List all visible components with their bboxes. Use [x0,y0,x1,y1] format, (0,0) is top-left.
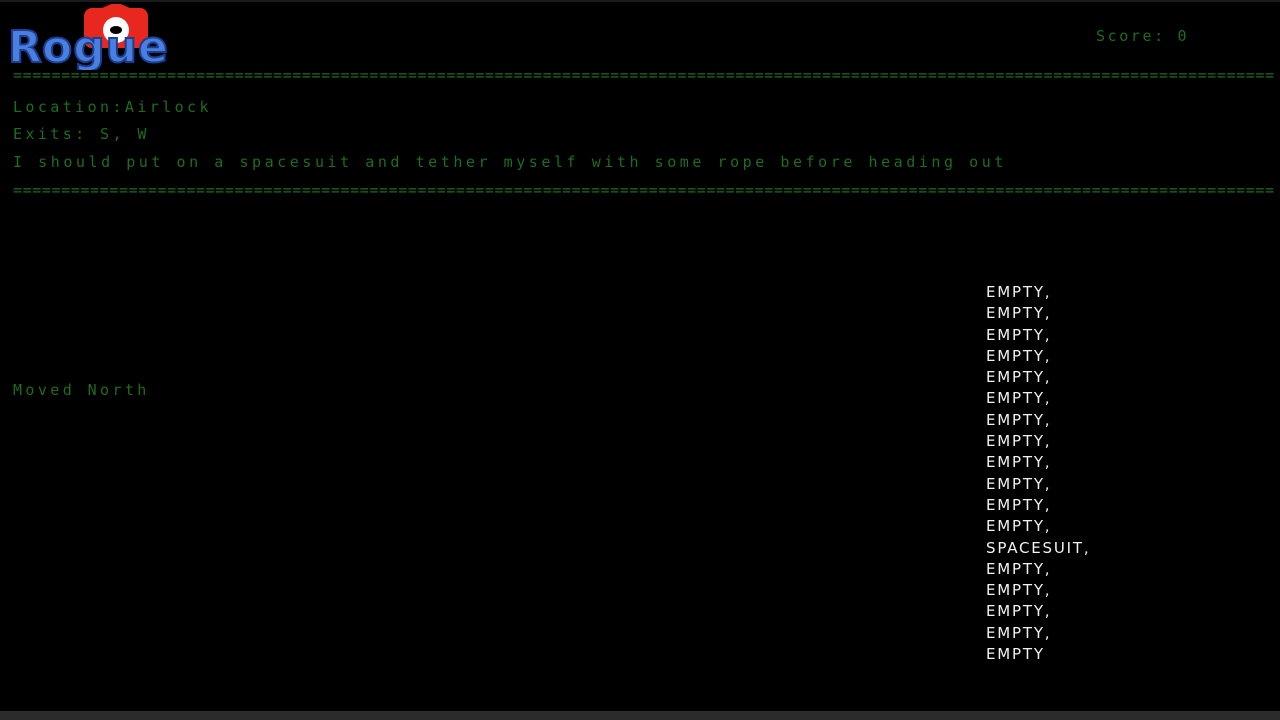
inventory-slot: EMPTY, [986,474,1052,493]
logo-wordmark: R ogue [7,21,169,70]
exits-line: Exits: S, W [13,125,150,143]
svg-text:R: R [8,22,43,70]
score-label: Score: [1096,27,1166,45]
game-screen: R ogue Score: 0 ========================… [0,0,1280,720]
bottom-bar [0,711,1280,720]
top-edge [0,0,1280,2]
score-value: 0 [1177,27,1190,45]
exits-list: S, W [100,125,150,143]
inventory-slot: EMPTY, [986,410,1052,429]
inventory-slot: EMPTY, [986,346,1052,365]
inventory-slot: SPACESUIT, [986,538,1091,557]
room-description: I should put on a spacesuit and tether m… [13,153,1007,171]
rogue-logo: R ogue [7,4,169,70]
exits-label: Exits: [13,125,88,143]
inventory-slot: EMPTY, [986,453,1052,472]
inventory-slot: EMPTY, [986,283,1052,301]
inventory-slot: EMPTY, [986,581,1052,600]
inventory-slot: EMPTY, [986,432,1052,451]
inventory-list: EMPTY, EMPTY, EMPTY, EMPTY, EMPTY, EMPTY, EMPT… [986,282,1090,665]
divider-top: ========================================… [13,70,1275,80]
last-action-message: Moved North [13,381,150,399]
inventory-slot: EMPTY, [986,368,1052,387]
divider-bottom: ========================================… [13,185,1275,195]
inventory-slot: EMPTY, [986,495,1052,514]
inventory-slot: EMPTY, [986,517,1052,536]
svg-text:ogue: ogue [42,22,169,70]
inventory-slot: EMPTY, [986,559,1052,578]
location-label: Location: [13,98,125,116]
location-line: Location:Airlock [13,98,212,116]
location-name: Airlock [124,98,212,116]
inventory-slot: EMPTY, [986,325,1052,344]
inventory-slot: EMPTY [986,645,1045,664]
inventory-slot: EMPTY, [986,602,1052,621]
inventory-slot: EMPTY, [986,304,1052,323]
inventory-slot: EMPTY, [986,623,1052,642]
inventory-slot: EMPTY, [986,389,1052,408]
score-display: Score: 0 [1096,27,1189,45]
